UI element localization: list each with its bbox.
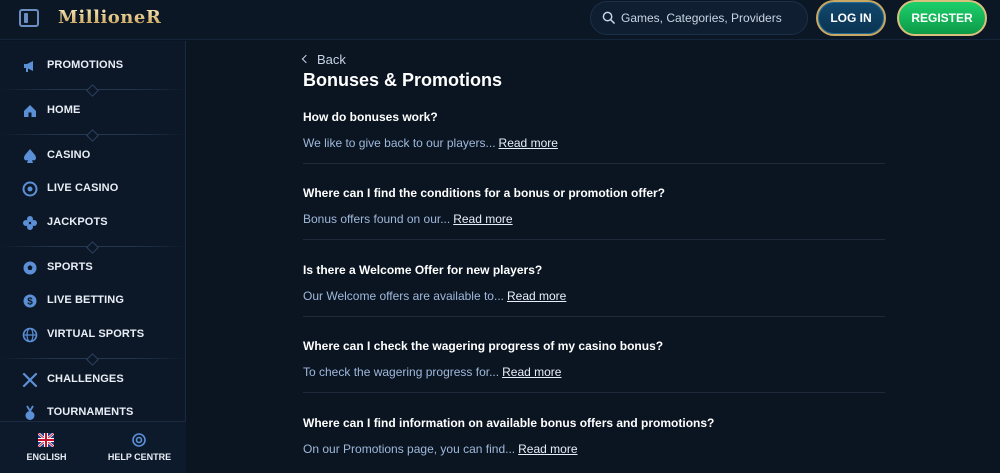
clover-icon [23,216,37,230]
faq-divider [303,316,885,317]
main-content: Back Bonuses & Promotions How do bonuses… [187,41,1000,473]
sidebar-item-promotions[interactable]: PROMOTIONS [0,52,186,80]
svg-text:$: $ [27,297,33,308]
sidebar: PROMOTIONS HOME CASINO LIVE CASINO JACKP… [0,41,186,473]
sidebar-item-label: VIRTUAL SPORTS [47,328,145,340]
sidebar-divider [0,246,186,247]
faq-item: How do bonuses work? We like to give bac… [303,110,885,186]
faq-answer: Our Welcome offers are available to... Re… [303,289,566,303]
faq-question: Where can I find information on availabl… [303,416,715,430]
sidebar-item-challenges[interactable]: CHALLENGES [0,366,186,394]
help-lifebuoy-icon [132,433,146,447]
sidebar-item-label: JACKPOTS [47,216,108,228]
faq-answer: We like to give back to our players... Re… [303,136,558,150]
crossed-swords-icon [22,372,38,388]
read-more-link[interactable]: Read more [502,365,561,379]
sidebar-item-virtual-sports[interactable]: VIRTUAL SPORTS [0,321,186,349]
read-more-link[interactable]: Read more [507,289,566,303]
sidebar-item-label: TOURNAMENTS [47,406,134,418]
faq-item: Where can I find information on availabl… [303,416,885,473]
sidebar-item-live-betting[interactable]: $ LIVE BETTING [0,287,186,315]
dollar-coin-icon: $ [23,294,37,308]
sidebar-item-live-casino[interactable]: LIVE CASINO [0,175,186,203]
language-label: ENGLISH [26,452,67,462]
faq-answer: To check the wagering progress for... Rea… [303,365,561,379]
sidebar-divider [0,89,186,90]
sidebar-item-label: HOME [47,104,81,116]
faq-item: Where can I check the wagering progress … [303,339,885,415]
home-icon [24,105,36,117]
faq-divider [303,392,885,393]
help-centre-label: HELP CENTRE [107,452,172,462]
sidebar-divider [0,358,186,359]
sidebar-item-label: CASINO [47,149,91,161]
faq-answer: On our Promotions page, you can find... R… [303,442,578,456]
spade-icon [24,149,36,163]
login-button[interactable]: LOG IN [816,0,886,36]
site-logo[interactable]: MillioneR [58,5,161,31]
language-selector[interactable]: ENGLISH [0,432,93,468]
sidebar-item-jackpots[interactable]: JACKPOTS [0,209,186,237]
sidebar-item-home[interactable]: HOME [0,97,186,125]
faq-divider [303,163,885,164]
faq-answer-text: We like to give back to our players... [303,136,496,150]
faq-question: Is there a Welcome Offer for new players… [303,263,543,277]
faq-divider [303,239,885,240]
faq-question: Where can I check the wagering progress … [303,339,664,353]
sidebar-item-sports[interactable]: SPORTS [0,254,186,282]
faq-answer: Bonus offers found on our... Read more [303,212,513,226]
read-more-link[interactable]: Read more [518,442,577,456]
back-label: Back [317,52,346,67]
sidebar-item-label: PROMOTIONS [47,59,124,71]
megaphone-icon [24,61,33,72]
uk-flag-icon [38,433,54,447]
back-link[interactable]: Back [301,52,346,68]
read-more-link[interactable]: Read more [499,136,558,150]
faq-item: Is there a Welcome Offer for new players… [303,263,885,339]
sidebar-item-label: CHALLENGES [47,373,124,385]
sidebar-toggle-icon[interactable] [19,9,39,27]
sidebar-item-label: LIVE BETTING [47,294,124,306]
search-input[interactable]: Games, Categories, Providers [590,1,808,35]
top-header: MillioneR Games, Categories, Providers L… [0,0,1000,40]
register-button[interactable]: REGISTER [897,0,987,36]
faq-question: How do bonuses work? [303,110,438,124]
faq-answer-text: On our Promotions page, you can find... [303,442,516,456]
search-placeholder: Games, Categories, Providers [621,11,782,25]
sidebar-footer: ENGLISH HELP CENTRE [0,421,186,473]
medal-icon [25,405,35,420]
sidebar-divider [0,134,186,135]
sidebar-item-casino[interactable]: CASINO [0,142,186,170]
globe-icon [22,327,38,343]
sidebar-item-label: LIVE CASINO [47,182,119,194]
page-title: Bonuses & Promotions [303,70,503,90]
faq-answer-text: Bonus offers found on our... [303,212,451,226]
faq-answer-text: To check the wagering progress for... [303,365,500,379]
faq-question: Where can I find the conditions for a bo… [303,186,665,200]
faq-answer-text: Our Welcome offers are available to... [303,289,504,303]
help-centre-link[interactable]: HELP CENTRE [93,432,186,468]
search-icon [602,11,615,24]
chevron-left-icon [301,54,311,64]
faq-item: Where can I find the conditions for a bo… [303,186,885,262]
chip-icon [22,181,38,197]
read-more-link[interactable]: Read more [453,212,512,226]
sidebar-item-label: SPORTS [47,261,93,273]
soccer-ball-icon [23,261,37,275]
